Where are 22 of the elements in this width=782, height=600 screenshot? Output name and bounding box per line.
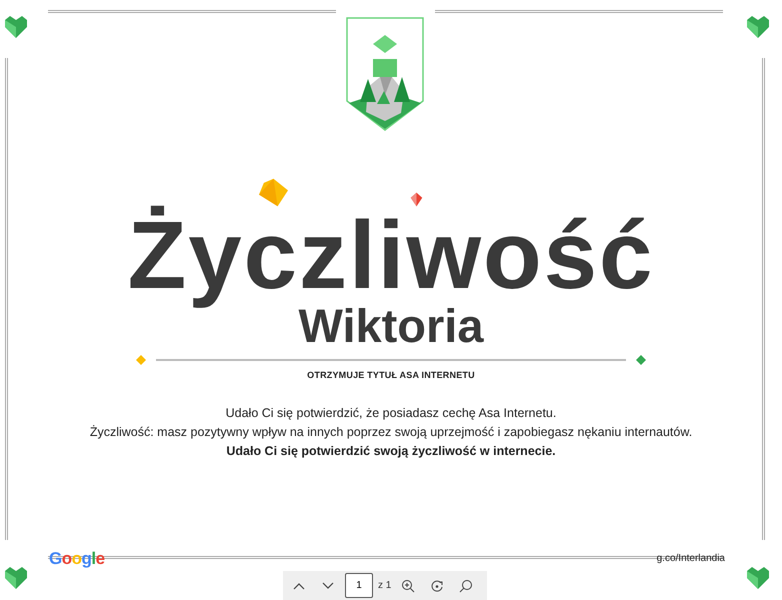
recipient-name: Wiktoria xyxy=(298,302,484,349)
gem-icon xyxy=(258,178,289,207)
gem-icon xyxy=(636,355,646,365)
search-icon xyxy=(459,578,474,592)
heart-icon xyxy=(4,566,28,590)
certificate-text: Udało Ci się potwierdzić, że posiadasz cechę Asa Internetu. xyxy=(226,404,556,422)
gem-icon xyxy=(136,355,146,365)
heart-icon xyxy=(746,15,770,39)
certificate-text: Życzliwość: masz pozytywny wpływ na innych poprzez swoją uprzejmość i zapobiegasz nękaniu internautów. xyxy=(90,424,692,441)
certificate-subtitle: OTRZYMUJE TYTUŁ ASA INTERNETU xyxy=(307,369,475,382)
heart-icon xyxy=(4,15,28,39)
website-link[interactable]: g.co/Interlandia xyxy=(656,551,725,566)
chevron-up-icon xyxy=(293,582,305,590)
certificate-text: Udało Ci się potwierdzić swoją życzliwość w internecie. xyxy=(226,442,556,460)
page-count: z 1 xyxy=(378,579,392,593)
page-number-field[interactable]: 1 xyxy=(345,573,373,598)
zoom-in-icon xyxy=(401,578,416,592)
logo: Google xyxy=(49,548,105,570)
heart-icon xyxy=(746,566,770,590)
chevron-down-icon xyxy=(322,582,334,590)
rotate-icon xyxy=(430,578,444,592)
gem-icon xyxy=(410,192,423,207)
